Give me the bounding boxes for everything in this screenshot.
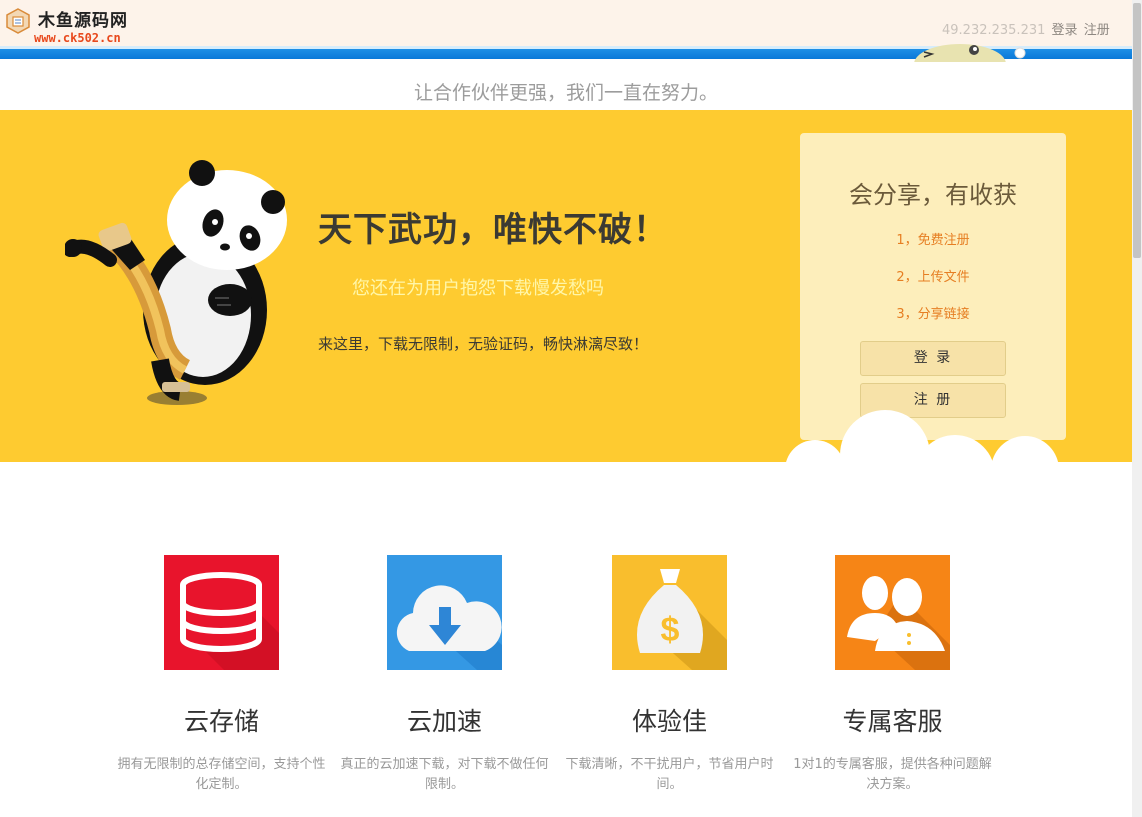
card-step: 2，上传文件 [896,270,970,285]
feature-description: 1对1的专属客服，提供各种问题解决方案。 [793,757,992,792]
brand-url: www.ck502.cn [34,31,121,45]
money-bag-icon: $ [612,555,727,670]
hero-banner: 天下武功，唯快不破！ 您还在为用户抱怨下载慢发愁吗 来这里，下载无限制，无验证码… [0,110,1132,462]
feature-description: 拥有无限制的总存储空间，支持个性化定制。 [117,757,326,792]
feature-title: 云加速 [406,707,482,736]
login-link[interactable]: 登录 [1052,23,1078,38]
feature-title: 云存储 [183,707,259,736]
feature-cloud-storage: 云存储 拥有无限制的总存储空间，支持个性化定制。 [109,555,334,795]
login-button[interactable]: 登 录 [860,341,1006,376]
mascot-peek-icon [914,44,1026,62]
brand-name: 木鱼源码网 [38,11,128,31]
database-icon [164,555,279,670]
clouds-decoration-icon [786,410,1059,462]
hero-description: 来这里，下载无限制，无验证码，畅快淋漓尽致！ [318,335,649,353]
register-link[interactable]: 注册 [1084,23,1110,38]
panda-mascot-icon [65,160,287,405]
user-links: 49.232.235.231 登录 注册 [942,19,1110,38]
feature-title: 体验佳 [631,707,707,736]
slogan: 让合作伙伴更强，我们一直在努力。 [413,82,718,104]
feature-cloud-acceleration: 云加速 真正的云加速下载，对下载不做任何限制。 [332,555,557,795]
feature-experience: $ 体验佳 下载清晰，不干扰用户，节省用户时间。 [557,555,782,795]
feature-description: 真正的云加速下载，对下载不做任何限制。 [340,757,549,792]
signup-card: 会分享，有收获 1，免费注册 2，上传文件 3，分享链接 登 录 注 册 [800,133,1066,440]
svg-text:$: $ [661,611,680,649]
feature-customer-service: 专属客服 1对1的专属客服，提供各种问题解决方案。 [780,555,1005,795]
card-step: 3，分享链接 [896,307,970,322]
cloud-download-icon [387,555,502,670]
ip-address: 49.232.235.231 [942,23,1046,38]
card-step: 1，免费注册 [896,233,970,248]
hero-title: 天下武功，唯快不破！ [318,210,668,250]
feature-description: 下载清晰，不干扰用户，节省用户时间。 [565,757,774,792]
card-title: 会分享，有收获 [849,181,1017,209]
users-icon [835,555,950,670]
hero-subtitle: 您还在为用户抱怨下载慢发愁吗 [352,278,604,299]
feature-title: 专属客服 [842,707,943,736]
logo-icon [6,8,30,34]
scrollbar-thumb[interactable] [1133,3,1141,258]
